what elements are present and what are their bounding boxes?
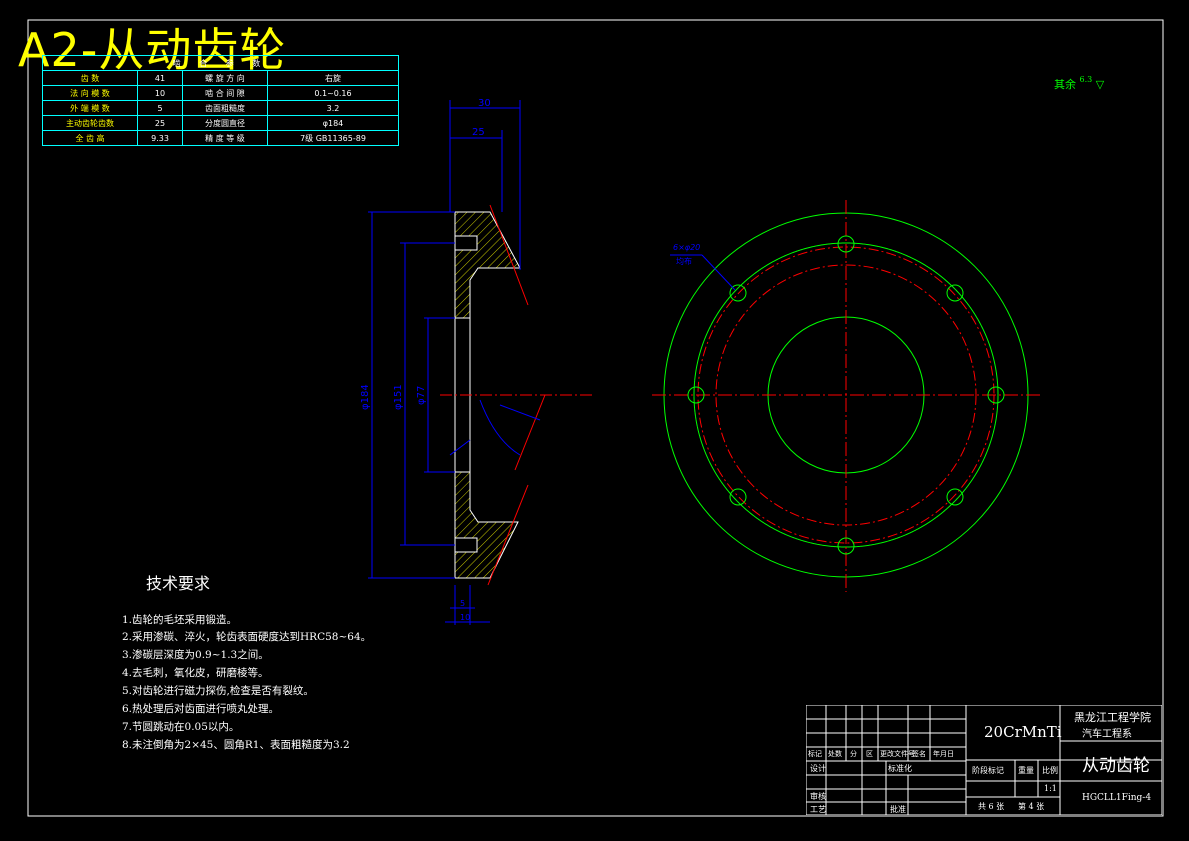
header-change-file: 更改文件号	[880, 750, 915, 758]
tech-requirement-item: 1.齿轮的毛坯采用锻造。	[122, 614, 238, 626]
tech-requirement-item: 8.未注倒角为2×45、圆角R1、表面粗糙度为3.2	[122, 739, 350, 751]
drawing-number: HGCLL1Fing-4	[1082, 793, 1152, 803]
bolt-hole	[946, 488, 964, 506]
tech-requirement-item: 4.去毛刺，氧化皮，研磨棱等。	[122, 667, 269, 679]
header-area: 区	[866, 750, 873, 758]
tech-requirement-item: 5.对齿轮进行磁力探伤,检查是否有裂纹。	[122, 685, 314, 697]
tech-requirement-item: 6.热处理后对齿面进行喷丸处理。	[122, 703, 280, 715]
hole-callout: 6×φ20	[673, 243, 700, 252]
stage-mark-label: 阶段标记	[972, 766, 1004, 775]
approve-label: 批准	[890, 805, 906, 814]
tech-requirement-item: 7.节圆跳动在0.05以内。	[122, 721, 240, 733]
weight-label: 重量	[1018, 766, 1034, 775]
standard-label: 标准化	[888, 764, 912, 773]
header-zone: 分	[850, 750, 857, 758]
header-signature: 签名	[912, 750, 926, 758]
part-name: 从动齿轮	[1082, 756, 1150, 776]
material: 20CrMnTi	[984, 723, 1062, 741]
scale: 1:1	[1044, 784, 1057, 793]
tech-requirement-item: 3.渗碳层深度为0.9~1.3之间。	[122, 649, 269, 661]
tech-requirements-title: 技术要求	[146, 574, 211, 593]
header-date: 年月日	[933, 750, 954, 758]
department-name: 汽车工程系	[1082, 729, 1132, 740]
ratio-label: 比例	[1042, 766, 1058, 775]
hole-callout-note: 均布	[676, 256, 692, 266]
review-label: 审核	[810, 792, 826, 801]
design-label: 设计	[810, 764, 826, 773]
process-label: 工艺	[810, 805, 826, 814]
tech-requirement-item: 2.采用渗碳、淬火，轮齿表面硬度达到HRC58~64。	[122, 631, 372, 643]
title-block: 20CrMnTi 黑龙江工程学院 汽车工程系 从动齿轮 HGCLL1Fing-4…	[806, 705, 1162, 815]
header-mark: 标记	[808, 750, 822, 758]
sheet-number: 第 4 张	[1018, 802, 1045, 811]
header-count: 处数	[828, 750, 842, 758]
bolt-hole	[946, 284, 964, 302]
sheets-total: 共 6 张	[978, 802, 1005, 811]
school-name: 黑龙江工程学院	[1074, 711, 1151, 724]
